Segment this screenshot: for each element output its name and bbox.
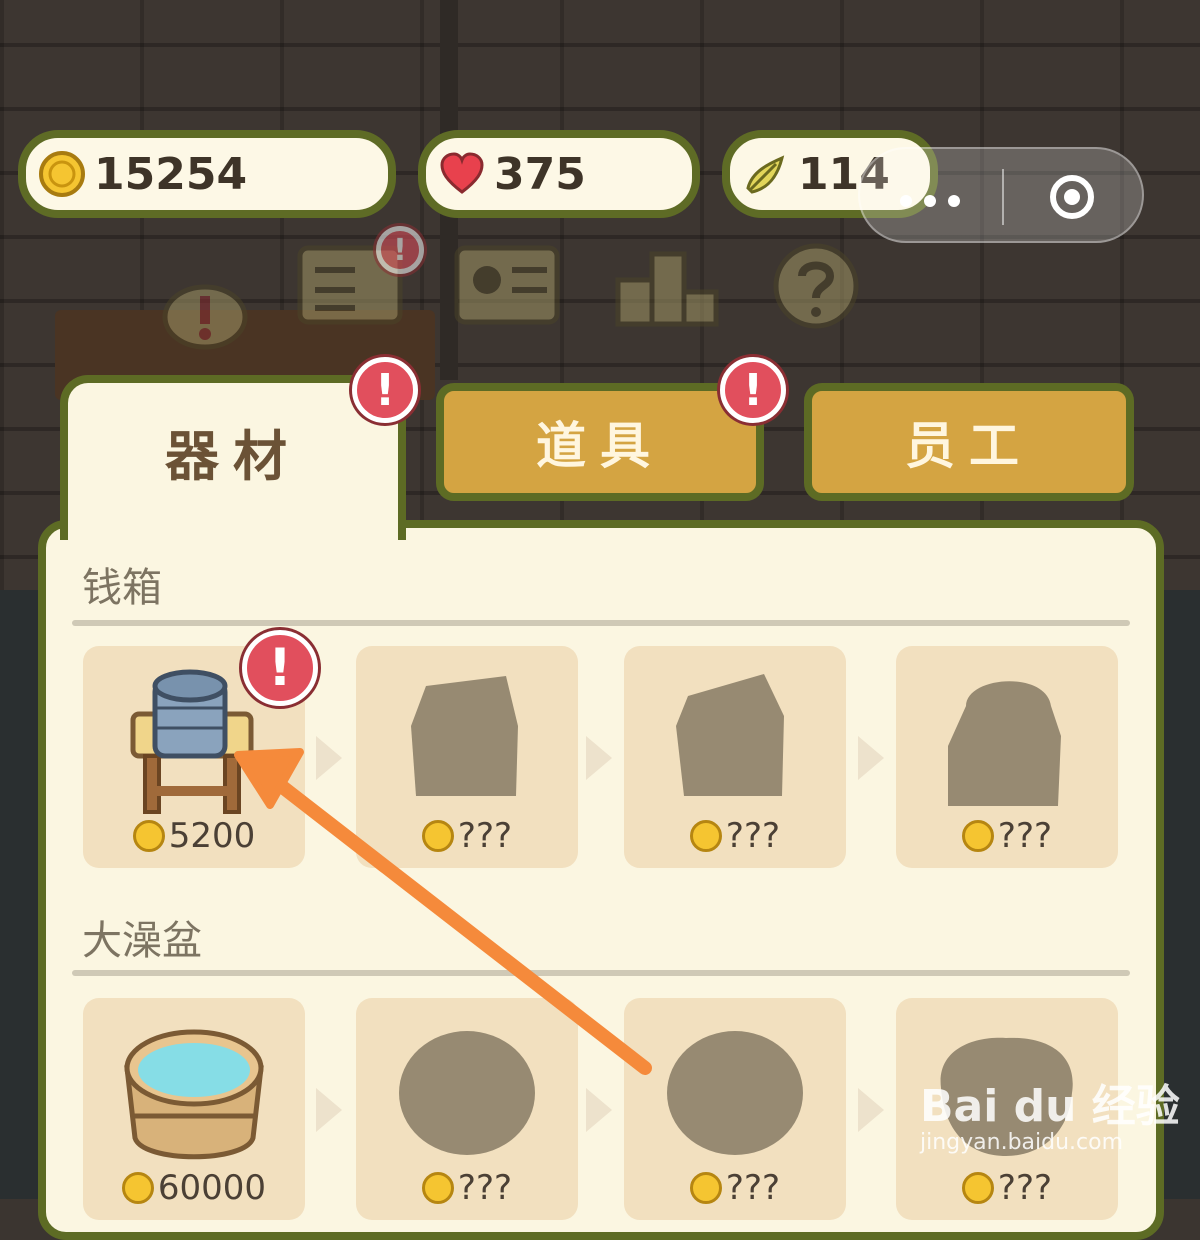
item-price: ??? (624, 1168, 846, 1208)
upgrade-arrow-icon (586, 1088, 612, 1132)
speech-alert-icon (162, 284, 248, 350)
coin-icon (689, 1172, 722, 1204)
coin-icon (689, 820, 722, 852)
item-price: ??? (356, 1168, 578, 1208)
more-icon[interactable] (900, 195, 960, 207)
price-value: 60000 (157, 1168, 267, 1208)
item-price: 60000 (83, 1168, 305, 1208)
locked-silhouette (667, 1031, 803, 1155)
bathtub-item-1[interactable]: 60000 (83, 998, 305, 1220)
task-alert-badge: ! (376, 226, 424, 274)
locked-silhouette (399, 1031, 535, 1155)
upgrade-arrow-icon (858, 736, 884, 780)
tab-staff[interactable]: 员工 (804, 383, 1134, 501)
price-value: ??? (997, 1168, 1053, 1208)
coin-icon (961, 820, 994, 852)
section-divider (72, 620, 1130, 626)
section-divider (72, 970, 1130, 976)
price-value: ??? (997, 816, 1053, 856)
wooden-tub-art (124, 1029, 264, 1160)
help-question-icon[interactable] (768, 240, 878, 330)
upgrade-arrow-icon (316, 736, 342, 780)
upgrade-arrow-icon (586, 736, 612, 780)
price-value: ??? (725, 816, 781, 856)
cashbox-item-2[interactable]: ??? (356, 646, 578, 868)
coin-icon (132, 820, 165, 852)
item-price: ??? (896, 1168, 1118, 1208)
watermark-main: Bai du 经验 (920, 1081, 1180, 1132)
cashbox-item-3[interactable]: ??? (624, 646, 846, 868)
items-tab-alert-badge: ! (720, 357, 786, 423)
item-price: ??? (624, 816, 846, 856)
coin-icon (961, 1172, 994, 1204)
miniprogram-capsule (858, 147, 1144, 243)
new-item-alert-badge: ! (242, 630, 318, 706)
coin-icon (39, 151, 85, 197)
tab-join (68, 505, 398, 535)
heart-amount: 375 (494, 148, 586, 200)
close-target-icon[interactable] (1050, 175, 1094, 219)
upgrade-arrow-icon (316, 1088, 342, 1132)
locked-silhouette (676, 674, 784, 796)
equipment-tab-alert-badge: ! (352, 357, 418, 423)
heart-counter: 375 (418, 130, 700, 218)
bathtub-item-3[interactable]: ??? (624, 998, 846, 1220)
coin-icon (421, 820, 454, 852)
section-title-cashbox: 钱箱 (82, 565, 162, 611)
item-price: ??? (356, 816, 578, 856)
locked-silhouette (948, 681, 1061, 806)
item-price: 5200 (83, 816, 305, 856)
price-value: ??? (457, 816, 513, 856)
coin-amount: 15254 (94, 148, 248, 200)
tab-items[interactable]: 道具 (436, 383, 764, 501)
upgrade-arrow-icon (858, 1088, 884, 1132)
profile-card-icon[interactable] (452, 240, 562, 330)
leaf-icon (746, 155, 785, 194)
price-value: 5200 (168, 816, 256, 856)
ranking-podium-icon[interactable] (612, 240, 722, 330)
locked-silhouette (411, 676, 518, 796)
capsule-divider (1002, 169, 1004, 225)
heart-icon (440, 152, 484, 194)
coin-icon (421, 1172, 454, 1204)
price-value: ??? (457, 1168, 513, 1208)
section-title-bathtub: 大澡盆 (82, 918, 202, 964)
coin-icon (121, 1172, 154, 1204)
price-value: ??? (725, 1168, 781, 1208)
coin-counter: 15254 (18, 130, 396, 218)
baidu-watermark: Bai du 经验 jingyan.baidu.com (920, 1070, 1180, 1155)
bathtub-item-2[interactable]: ??? (356, 998, 578, 1220)
item-price: ??? (896, 816, 1118, 856)
cashbox-item-4[interactable]: ??? (896, 646, 1118, 868)
